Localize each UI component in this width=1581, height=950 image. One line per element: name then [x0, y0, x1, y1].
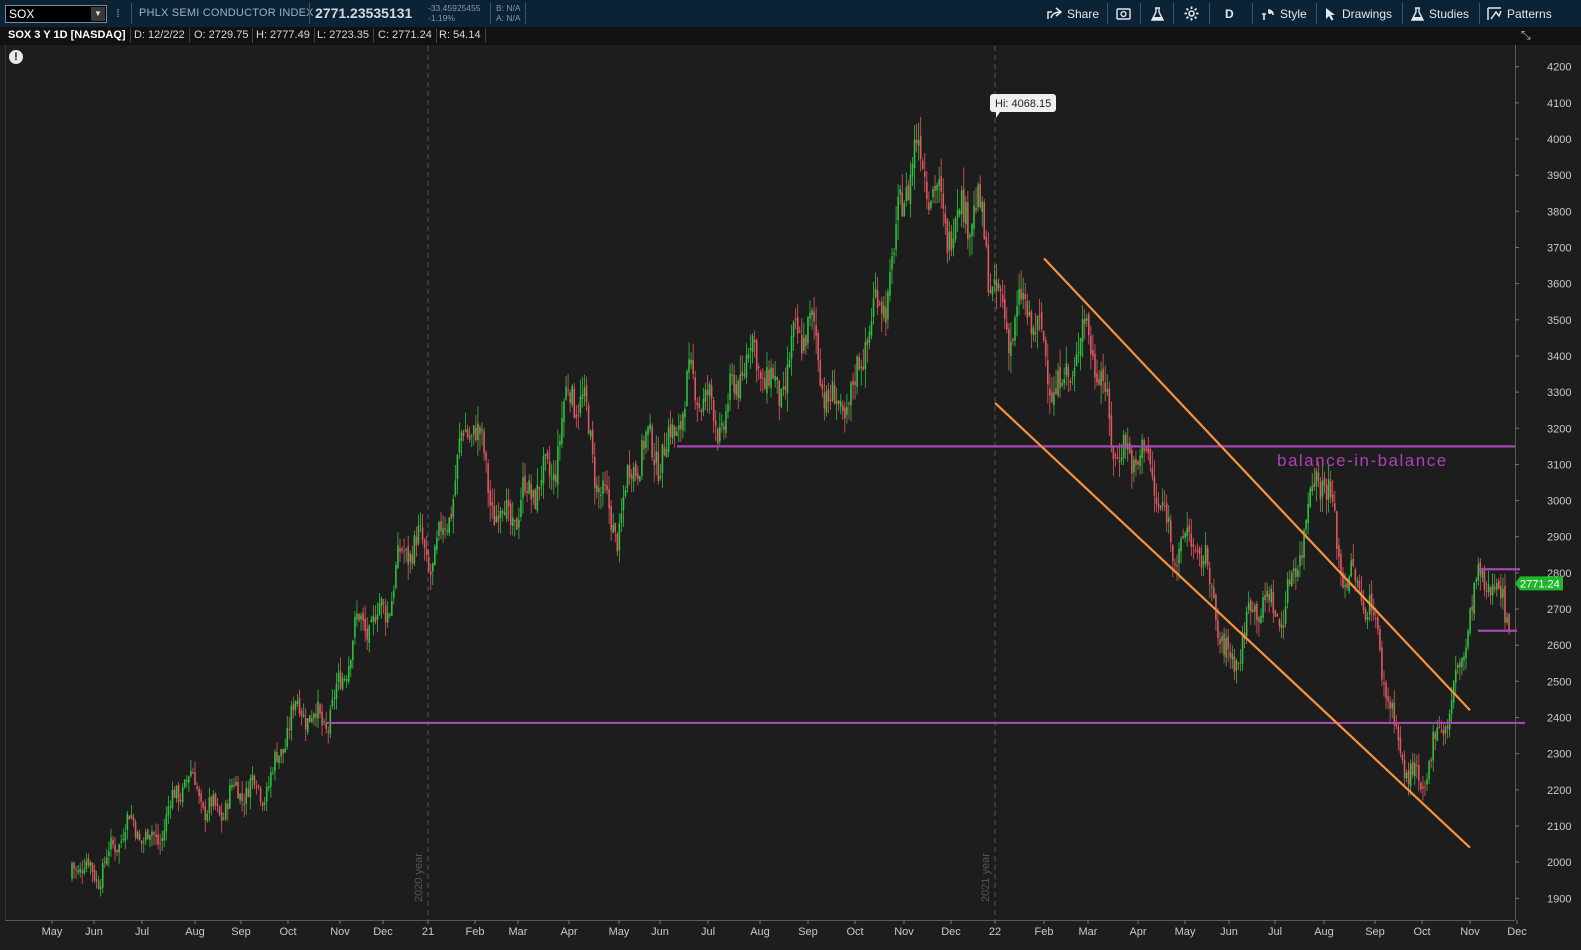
link-icon[interactable]: ⁞ — [113, 6, 123, 22]
time-axis[interactable] — [5, 920, 1515, 950]
snapshot-icon — [1116, 7, 1131, 20]
divider — [525, 3, 526, 24]
share-button[interactable]: Share — [1047, 4, 1099, 23]
ohlc-info-bar: SOX 3 Y 1D [NASDAQ] D: 12/2/22 O: 2729.7… — [0, 27, 1581, 45]
net-change-value: -33.45925455 — [428, 3, 481, 13]
bar-range: R: 54.14 — [435, 28, 486, 43]
collapse-icon[interactable]: ⤡ — [1521, 28, 1531, 43]
patterns-label: Patterns — [1507, 6, 1552, 21]
share-label: Share — [1067, 6, 1100, 21]
bar-close: C: 2771.24 — [374, 28, 437, 43]
flask-icon — [1151, 6, 1164, 21]
chart-panel[interactable] — [5, 45, 1516, 920]
pct-change-value: -1.19% — [428, 13, 455, 23]
divider — [1316, 3, 1317, 24]
divider — [1252, 3, 1253, 24]
ask-value: A: N/A — [496, 13, 521, 23]
snapshot-button[interactable] — [1116, 4, 1131, 23]
chevron-down-icon[interactable]: ▼ — [91, 7, 105, 21]
style-button[interactable]: Style — [1261, 4, 1307, 23]
drawings-label: Drawings — [1342, 6, 1393, 21]
divider — [1479, 3, 1480, 24]
divider — [1402, 3, 1403, 24]
symbol-selector[interactable]: ▼ — [5, 5, 107, 23]
bar-low: L: 2723.35 — [313, 28, 374, 43]
divider — [1140, 3, 1141, 24]
symbol-input[interactable] — [9, 7, 87, 21]
aggregation-button[interactable]: D — [1225, 4, 1234, 23]
style-label: Style — [1280, 6, 1307, 21]
bar-high: H: 2777.49 — [252, 28, 315, 43]
price-axis[interactable] — [1515, 45, 1581, 920]
patterns-icon — [1487, 6, 1502, 21]
divider — [1173, 3, 1174, 24]
aggregation-label: D — [1225, 6, 1234, 21]
cursor-icon — [1325, 7, 1337, 21]
divider — [309, 3, 310, 24]
flask-button[interactable] — [1151, 4, 1164, 23]
symbol-description: SOX 3 Y 1D [NASDAQ] — [4, 28, 131, 43]
patterns-button[interactable]: Patterns — [1487, 4, 1552, 23]
flask-icon — [1411, 6, 1424, 21]
divider — [490, 3, 491, 24]
divider — [1209, 3, 1210, 24]
alert-icon[interactable]: ! — [9, 50, 23, 64]
top-toolbar: ▼ ⁞ PHLX SEMI CONDUCTOR INDEX 2771.23535… — [0, 0, 1581, 28]
settings-button[interactable] — [1184, 4, 1199, 23]
gear-icon — [1184, 6, 1199, 21]
bar-open: O: 2729.75 — [190, 28, 254, 43]
bid-value: B: N/A — [496, 3, 521, 13]
bar-date: D: 12/2/22 — [130, 28, 190, 43]
share-icon — [1047, 7, 1062, 20]
drawings-button[interactable]: Drawings — [1325, 4, 1392, 23]
instrument-name: PHLX SEMI CONDUCTOR INDEX — [139, 7, 314, 19]
divider — [1107, 3, 1108, 24]
divider — [131, 3, 132, 24]
style-icon — [1261, 7, 1275, 21]
bid-ask: B: N/A A: N/A — [496, 3, 521, 23]
net-change: -33.45925455 -1.19% — [428, 3, 480, 23]
last-price: 2771.23535131 — [315, 5, 413, 21]
studies-label: Studies — [1429, 6, 1470, 21]
studies-button[interactable]: Studies — [1411, 4, 1469, 23]
